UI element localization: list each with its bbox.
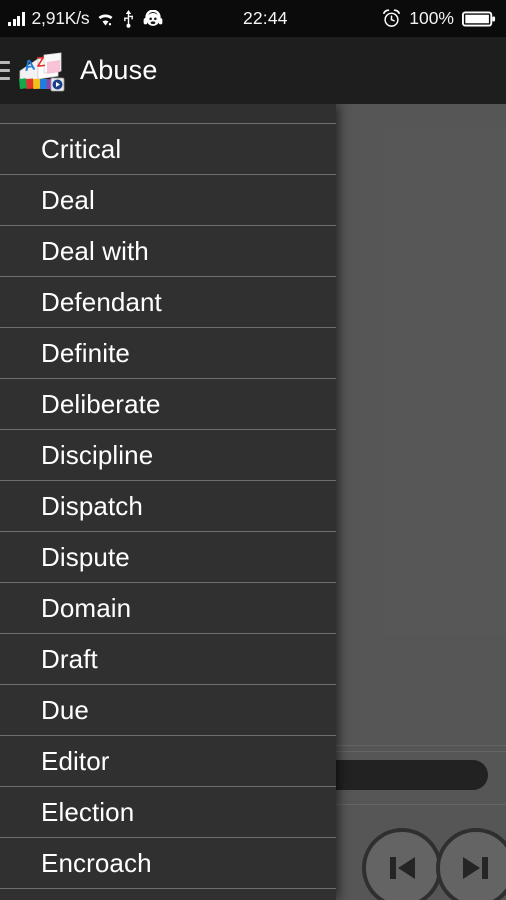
- list-item-label: Due: [41, 694, 89, 725]
- status-bar-left: 2,91K/s: [0, 8, 164, 29]
- hamburger-bar: [0, 77, 10, 80]
- list-item-label: Deal: [41, 184, 95, 215]
- skip-previous-icon: [390, 857, 415, 879]
- hamburger-menu-icon[interactable]: [0, 61, 10, 80]
- list-item[interactable]: Editor: [0, 736, 336, 787]
- list-item-label: Critical: [41, 133, 122, 164]
- list-item[interactable]: Dispatch: [0, 481, 336, 532]
- list-item-label: Encroach: [41, 847, 152, 878]
- list-item-label: Dispatch: [41, 490, 143, 521]
- list-item[interactable]: Encroach: [0, 838, 336, 889]
- app-bar: A Z Abuse: [0, 37, 506, 104]
- alarm-clock-icon: [383, 9, 401, 27]
- list-item[interactable]: Election: [0, 787, 336, 838]
- previous-track-button[interactable]: [362, 828, 442, 900]
- list-item-label: Dispute: [41, 541, 130, 572]
- hamburger-bar: [0, 61, 10, 64]
- list-item-label: Defendant: [41, 286, 162, 317]
- phone-screen: akan g; cruel and r animal; use r a bad …: [0, 0, 506, 900]
- skip-next-icon: [463, 857, 488, 879]
- list-item[interactable]: Dispute: [0, 532, 336, 583]
- svg-text:A: A: [23, 56, 37, 75]
- hamburger-bar: [0, 69, 10, 72]
- status-bar-center: 22:44: [164, 8, 382, 29]
- list-item[interactable]: Deliberate: [0, 379, 336, 430]
- az-dictionary-logo: A Z: [14, 45, 66, 97]
- list-item[interactable]: Engrave: [0, 889, 336, 900]
- clock-label: 22:44: [242, 8, 288, 28]
- list-item[interactable]: [0, 104, 336, 124]
- battery-percent-label: 100%: [409, 8, 454, 28]
- list-item[interactable]: Definite: [0, 328, 336, 379]
- list-item[interactable]: Deal: [0, 175, 336, 226]
- usb-icon: [124, 9, 134, 28]
- battery-full-icon: [462, 10, 496, 27]
- network-speed-label: 2,91K/s: [31, 8, 90, 28]
- list-item[interactable]: Domain: [0, 583, 336, 634]
- wifi-icon: [98, 13, 113, 25]
- list-item[interactable]: Critical: [0, 124, 336, 175]
- list-item-label: Deliberate: [41, 388, 161, 419]
- list-item[interactable]: Defendant: [0, 277, 336, 328]
- headset-icon: [144, 9, 163, 26]
- list-item[interactable]: Deal with: [0, 226, 336, 277]
- page-title: Abuse: [80, 55, 158, 85]
- list-item[interactable]: Draft: [0, 634, 336, 685]
- word-list[interactable]: Critical Deal Deal with Defendant Defini…: [0, 104, 336, 900]
- list-item-label: Domain: [41, 592, 132, 623]
- list-item-label: Draft: [41, 643, 98, 674]
- status-bar-right: 100%: [382, 8, 506, 29]
- list-item-label: Definite: [41, 337, 130, 368]
- signal-bars-icon: [8, 11, 25, 26]
- list-item-label: Editor: [41, 745, 110, 776]
- list-item[interactable]: Due: [0, 685, 336, 736]
- list-item-label: Election: [41, 796, 135, 827]
- list-item[interactable]: Discipline: [0, 430, 336, 481]
- list-item-label: Deal with: [41, 235, 149, 266]
- navigation-drawer: Critical Deal Deal with Defendant Defini…: [0, 104, 336, 900]
- list-item-label: Discipline: [41, 439, 154, 470]
- status-bar: 2,91K/s 22:44 100%: [0, 0, 506, 37]
